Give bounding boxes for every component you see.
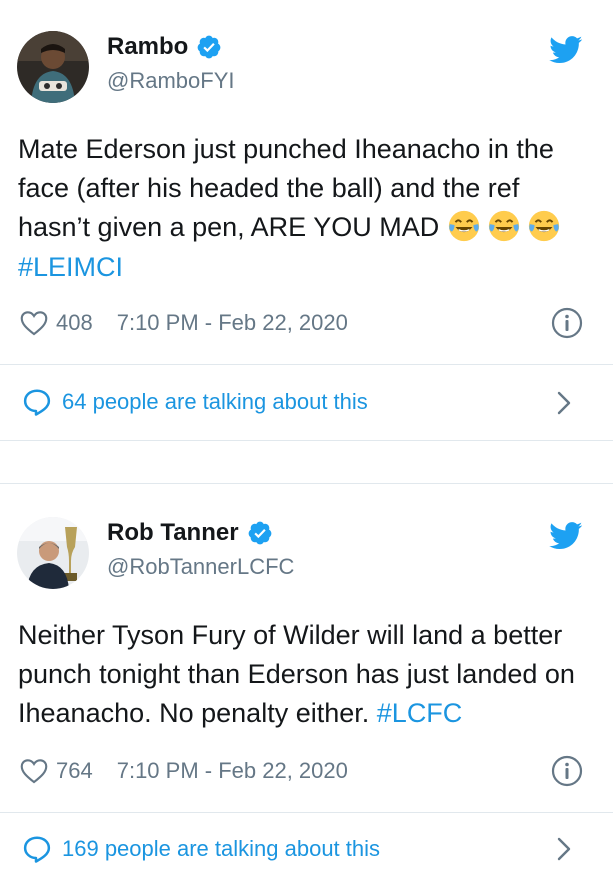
handle[interactable]: @RamboFYI [107,68,234,94]
tweet-separator [0,440,613,484]
conversation-link[interactable]: 64 people are talking about this [22,385,368,419]
twitter-bird-icon[interactable] [549,522,583,550]
tweet-card[interactable]: Rob Tanner @RobTannerLCFC Neither Tyson … [0,484,613,878]
twitter-bird-icon[interactable] [549,36,583,64]
tweet-meta: 408 7:10 PM - Feb 22, 2020 [20,306,348,340]
speech-bubble-icon [23,836,51,863]
hashtag-link[interactable]: #LCFC [377,698,463,728]
face-with-tears-of-joy-icon [448,211,479,242]
like-count[interactable]: 408 [56,310,93,336]
tweet-text: Neither Tyson Fury of Wilder will land a… [18,620,575,728]
handle[interactable]: @RobTannerLCFC [107,554,294,580]
tweet-text-block: Neither Tyson Fury of Wilder will land a… [18,616,598,733]
face-with-tears-of-joy-icon [528,211,559,242]
like-count[interactable]: 764 [56,758,93,784]
avatar[interactable] [17,517,89,589]
avatar-photo-icon [17,517,89,589]
emoji-group [447,209,567,248]
chevron-right-icon[interactable] [555,836,573,862]
display-name[interactable]: Rob Tanner [107,519,273,547]
heart-icon[interactable] [20,310,48,336]
display-name-text: Rambo [107,33,189,60]
timestamp[interactable]: 7:10 PM - Feb 22, 2020 [117,758,348,784]
tweet-meta: 764 7:10 PM - Feb 22, 2020 [20,754,348,788]
info-icon[interactable] [551,755,583,787]
tweet-card[interactable]: Rambo @RamboFYI Mate Ederson just punche… [0,0,613,440]
divider [0,812,613,813]
conversation-count: 64 people are talking about this [62,389,368,414]
conversation-count: 169 people are talking about this [62,836,381,861]
conversation-link[interactable]: 169 people are talking about this [22,832,380,866]
display-name[interactable]: Rambo [107,33,222,61]
avatar[interactable] [17,31,89,103]
speech-bubble-icon [23,389,51,416]
avatar-photo-icon [17,31,89,103]
info-icon[interactable] [551,307,583,339]
heart-icon[interactable] [20,758,48,784]
tweet-text-block: Mate Ederson just punched Iheanacho in t… [18,130,593,287]
verified-badge-icon [248,521,271,545]
hashtag-link[interactable]: #LEIMCI [18,252,123,282]
chevron-right-icon[interactable] [555,390,573,416]
divider [0,364,613,365]
verified-badge-icon [197,35,221,59]
display-name-text: Rob Tanner [107,519,239,546]
timestamp[interactable]: 7:10 PM - Feb 22, 2020 [117,310,348,336]
face-with-tears-of-joy-icon [488,211,519,242]
